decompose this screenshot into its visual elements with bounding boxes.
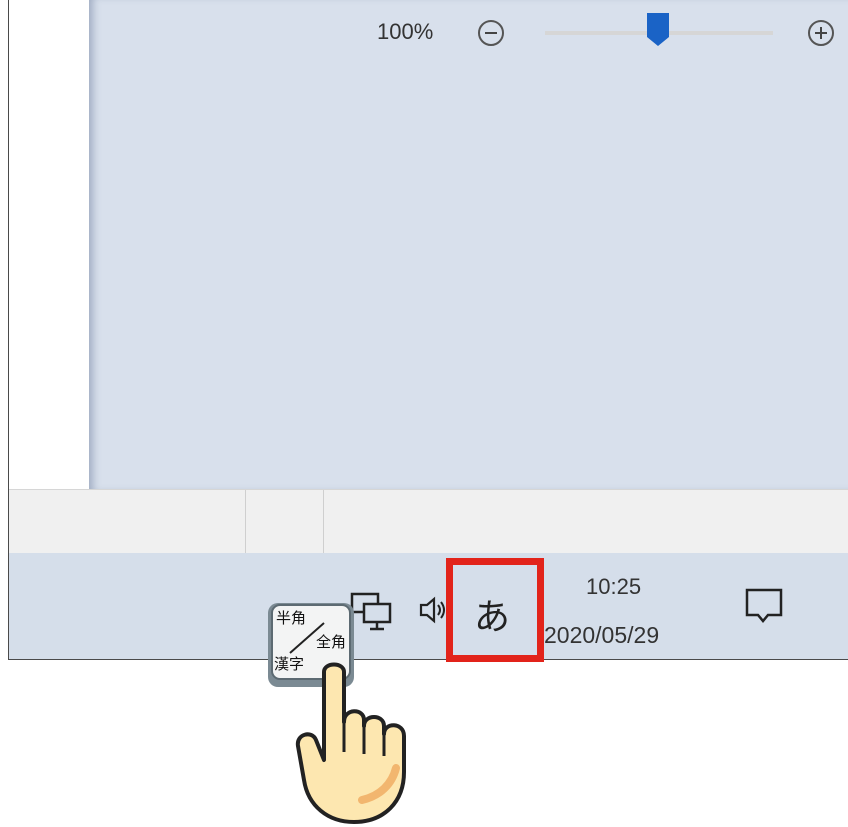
highlight-box — [446, 558, 544, 662]
document-canvas[interactable] — [89, 0, 848, 489]
zoom-slider-thumb[interactable] — [645, 13, 671, 47]
status-separator — [323, 490, 324, 554]
status-separator — [245, 490, 246, 554]
zoom-out-button[interactable] — [478, 20, 504, 46]
zoom-in-button[interactable] — [808, 20, 834, 46]
hand-pointer-icon — [295, 662, 406, 824]
key-label-hankaku: 半角 — [276, 610, 307, 627]
document-margin — [9, 0, 89, 489]
clock-date[interactable]: 2020/05/29 — [544, 622, 659, 649]
notification-icon[interactable] — [744, 587, 784, 627]
clock-time[interactable]: 10:25 — [586, 574, 641, 600]
status-bar — [9, 489, 848, 554]
network-icon[interactable] — [350, 592, 396, 632]
zoom-percent[interactable]: 100% — [377, 19, 433, 45]
volume-icon[interactable] — [418, 596, 448, 624]
key-label-zenkaku: 全角 — [316, 634, 347, 651]
